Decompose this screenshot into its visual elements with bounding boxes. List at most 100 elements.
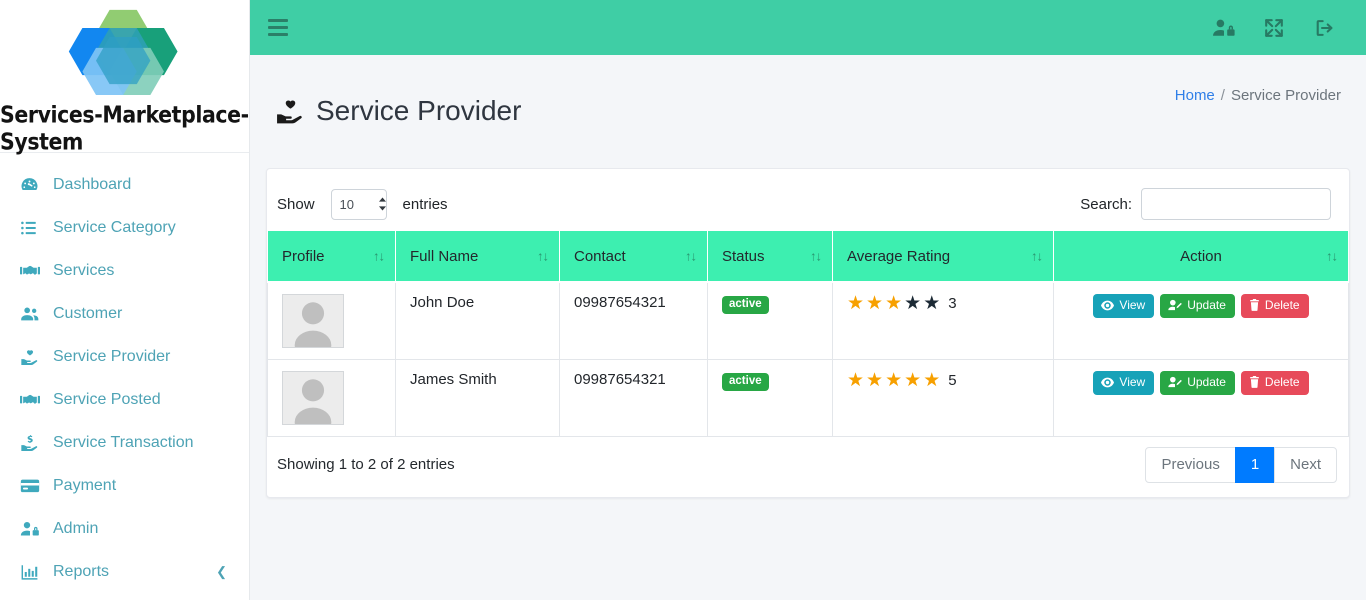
star-icon: ★ <box>866 292 884 314</box>
delete-button[interactable]: Delete <box>1240 370 1309 395</box>
status-badge: active <box>722 295 769 315</box>
star-icon: ★ <box>904 369 922 391</box>
rating-value: 3 <box>948 294 957 312</box>
sort-icon: ↑↓ <box>810 248 822 264</box>
star-icon: ★ <box>885 369 903 391</box>
col-header-average-rating[interactable]: Average Rating ↑↓ <box>832 230 1054 283</box>
button-label: Update <box>1187 297 1226 312</box>
user-lock-icon[interactable] <box>1204 8 1244 48</box>
pagination-next[interactable]: Next <box>1274 446 1337 483</box>
main-area: Service Provider Home / Service Provider S… <box>250 0 1366 600</box>
cell-average-rating: ★ ★ ★ ★ ★ 5 <box>832 358 1054 437</box>
update-button[interactable]: Update <box>1160 293 1235 318</box>
sidebar-item-services[interactable]: Services <box>0 249 249 292</box>
action-buttons: View Update Delete <box>1068 370 1334 395</box>
sidebar-item-admin[interactable]: Admin <box>0 507 249 550</box>
sort-icon: ↑↓ <box>1326 248 1338 264</box>
star-icon: ★ <box>923 292 941 314</box>
entries-per-page-select[interactable]: 10 25 50 100 <box>330 188 387 220</box>
handshake-icon <box>20 261 46 281</box>
update-button[interactable]: Update <box>1160 370 1235 395</box>
cell-contact: 09987654321 <box>559 281 708 360</box>
breadcrumb: Home / Service Provider <box>1175 77 1341 104</box>
pagination: Previous 1 Next <box>1145 446 1337 483</box>
sidebar-item-customer[interactable]: Customer <box>0 292 249 335</box>
datatable-card: Show 10 25 50 100 entries <box>266 168 1350 498</box>
delete-button[interactable]: Delete <box>1240 293 1309 318</box>
user-edit-icon <box>1168 299 1183 311</box>
col-header-profile[interactable]: Profile ↑↓ <box>267 230 396 283</box>
sort-icon: ↑↓ <box>537 248 549 264</box>
sidebar-item-label: Services <box>53 261 115 279</box>
col-header-status[interactable]: Status ↑↓ <box>707 230 833 283</box>
cell-full-name: James Smith <box>395 358 560 437</box>
sidebar-item-service-provider[interactable]: Service Provider <box>0 335 249 378</box>
app-root: Services-Marketplace-System Dashboard Se… <box>0 0 1366 600</box>
sort-icon: ↑↓ <box>1031 248 1043 264</box>
sidebar-item-payment[interactable]: Payment <box>0 464 249 507</box>
hamburger-icon[interactable] <box>268 15 294 41</box>
table-head: Profile ↑↓ Full Name ↑↓ Contact ↑↓ Statu… <box>267 230 1349 283</box>
sidebar-item-service-category[interactable]: Service Category <box>0 206 249 249</box>
sidebar-item-dashboard[interactable]: Dashboard <box>0 163 249 206</box>
col-label: Contact <box>574 247 626 265</box>
top-navbar <box>250 0 1366 55</box>
sidebar-item-service-transaction[interactable]: Service Transaction <box>0 421 249 464</box>
sidebar-item-label: Service Provider <box>53 347 171 365</box>
cell-average-rating: ★ ★ ★ ★ ★ 3 <box>832 281 1054 360</box>
datatable-footer: Showing 1 to 2 of 2 entries Previous 1 N… <box>267 437 1349 497</box>
pagination-page-1[interactable]: 1 <box>1234 446 1276 483</box>
entries-label: entries <box>402 195 448 213</box>
eye-icon <box>1101 300 1115 311</box>
user-lock-icon <box>20 519 46 539</box>
rating-value: 5 <box>948 371 957 389</box>
sort-icon: ↑↓ <box>685 248 697 264</box>
sidebar-item-label: Dashboard <box>53 175 132 193</box>
sidebar-item-reports[interactable]: Reports ❮ <box>0 550 249 593</box>
hand-holding-dollar-icon <box>20 433 46 453</box>
page-title-wrap: Service Provider <box>275 77 521 145</box>
col-header-full-name[interactable]: Full Name ↑↓ <box>395 230 560 283</box>
avatar <box>282 370 344 425</box>
page-title: Service Provider <box>316 94 522 126</box>
hand-holding-heart-icon <box>20 347 46 367</box>
sidebar-item-label: Service Transaction <box>53 433 194 451</box>
users-icon <box>20 304 46 324</box>
pagination-previous[interactable]: Previous <box>1145 446 1236 483</box>
cell-full-name: John Doe <box>395 281 560 360</box>
eye-icon <box>1101 377 1115 388</box>
logout-icon[interactable] <box>1304 8 1344 48</box>
button-label: View <box>1119 374 1146 389</box>
search-input[interactable] <box>1141 188 1331 221</box>
breadcrumb-current: Service Provider <box>1230 87 1341 104</box>
button-label: Delete <box>1264 374 1300 389</box>
sidebar: Services-Marketplace-System Dashboard Se… <box>0 0 250 600</box>
button-label: Update <box>1187 374 1226 389</box>
star-icon: ★ <box>904 292 922 314</box>
service-provider-table: Profile ↑↓ Full Name ↑↓ Contact ↑↓ Statu… <box>267 230 1349 437</box>
view-button[interactable]: View <box>1093 293 1155 318</box>
breadcrumb-home[interactable]: Home <box>1175 87 1215 104</box>
sidebar-item-label: Service Posted <box>53 390 161 408</box>
cell-action: View Update Delete <box>1053 281 1349 360</box>
trash-icon <box>1249 299 1260 312</box>
datatable-filter-control: Search: <box>1080 188 1339 221</box>
user-edit-icon <box>1168 376 1183 388</box>
list-ul-icon <box>20 218 46 238</box>
sidebar-item-service-posted[interactable]: Service Posted <box>0 378 249 421</box>
search-label: Search: <box>1080 195 1132 213</box>
datatable-length-control: Show 10 25 50 100 entries <box>277 188 448 220</box>
brand-header[interactable]: Services-Marketplace-System <box>0 0 249 155</box>
table-header-row: Profile ↑↓ Full Name ↑↓ Contact ↑↓ Statu… <box>267 230 1349 283</box>
datatable-info: Showing 1 to 2 of 2 entries <box>277 456 455 474</box>
chart-bar-icon <box>20 562 46 582</box>
button-label: View <box>1119 297 1146 312</box>
credit-card-icon <box>20 476 46 496</box>
fullscreen-expand-icon[interactable] <box>1254 8 1294 48</box>
col-header-action[interactable]: Action ↑↓ <box>1053 230 1349 283</box>
content-header: Service Provider Home / Service Provider <box>250 55 1366 145</box>
col-header-contact[interactable]: Contact ↑↓ <box>559 230 708 283</box>
view-button[interactable]: View <box>1093 370 1155 395</box>
cell-status: active <box>707 281 833 360</box>
sidebar-item-label: Service Category <box>53 218 176 236</box>
